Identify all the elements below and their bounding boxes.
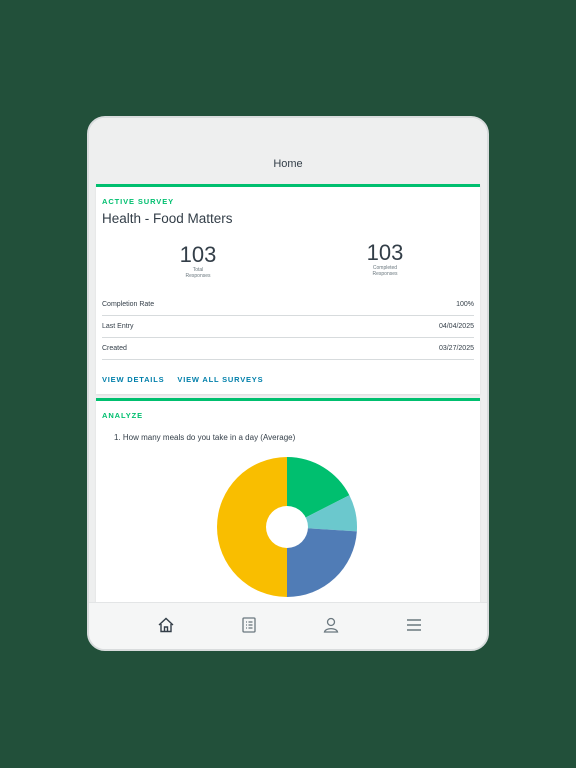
view-details-link[interactable]: VIEW DETAILS: [102, 375, 164, 384]
survey-links: VIEW DETAILS VIEW ALL SURVEYS: [102, 375, 263, 384]
created-value: 03/27/2025: [438, 345, 474, 352]
page-title: Home: [273, 158, 303, 170]
last-entry-label: Last Entry: [102, 323, 134, 330]
app-screen: Home ACTIVE SURVEY Health - Food Matters…: [89, 118, 487, 649]
completion-rate-row: Completion Rate 100%: [102, 294, 474, 316]
created-row: Created 03/27/2025: [102, 338, 474, 360]
total-responses-value: 103: [179, 242, 217, 267]
last-entry-row: Last Entry 04/04/2025: [102, 316, 474, 338]
last-entry-value: 04/04/2025: [438, 323, 474, 330]
completed-responses-value: 103: [366, 240, 404, 265]
bottom-nav: [89, 602, 487, 649]
total-responses-label-2: Responses: [185, 273, 211, 279]
survey-title: Health - Food Matters: [102, 211, 233, 226]
menu-icon[interactable]: [405, 616, 423, 634]
meals-pie-chart: [217, 457, 357, 597]
created-label: Created: [102, 345, 127, 352]
analyze-card[interactable]: ANALYZE 1. How many meals do you take in…: [96, 398, 480, 631]
completed-responses-label-2: Responses: [372, 271, 398, 277]
top-bar: Home: [89, 118, 487, 184]
surveys-list-icon[interactable]: [240, 616, 258, 634]
total-responses-stat: 103 Total Responses: [158, 242, 238, 280]
pie-center-hole: [266, 506, 308, 548]
view-all-surveys-link[interactable]: VIEW ALL SURVEYS: [177, 375, 263, 384]
analyze-label: ANALYZE: [102, 411, 144, 420]
active-survey-card[interactable]: ACTIVE SURVEY Health - Food Matters 103 …: [96, 184, 480, 394]
profile-icon[interactable]: [322, 616, 340, 634]
active-survey-label: ACTIVE SURVEY: [102, 197, 174, 206]
question-title: 1. How many meals do you take in a day (…: [114, 433, 296, 442]
tablet-frame: Home ACTIVE SURVEY Health - Food Matters…: [87, 116, 489, 651]
completion-rate-value: 100%: [456, 301, 474, 308]
home-icon[interactable]: [157, 616, 175, 634]
completion-rate-label: Completion Rate: [102, 301, 155, 308]
completed-responses-stat: 103 Completed Responses: [345, 240, 425, 278]
